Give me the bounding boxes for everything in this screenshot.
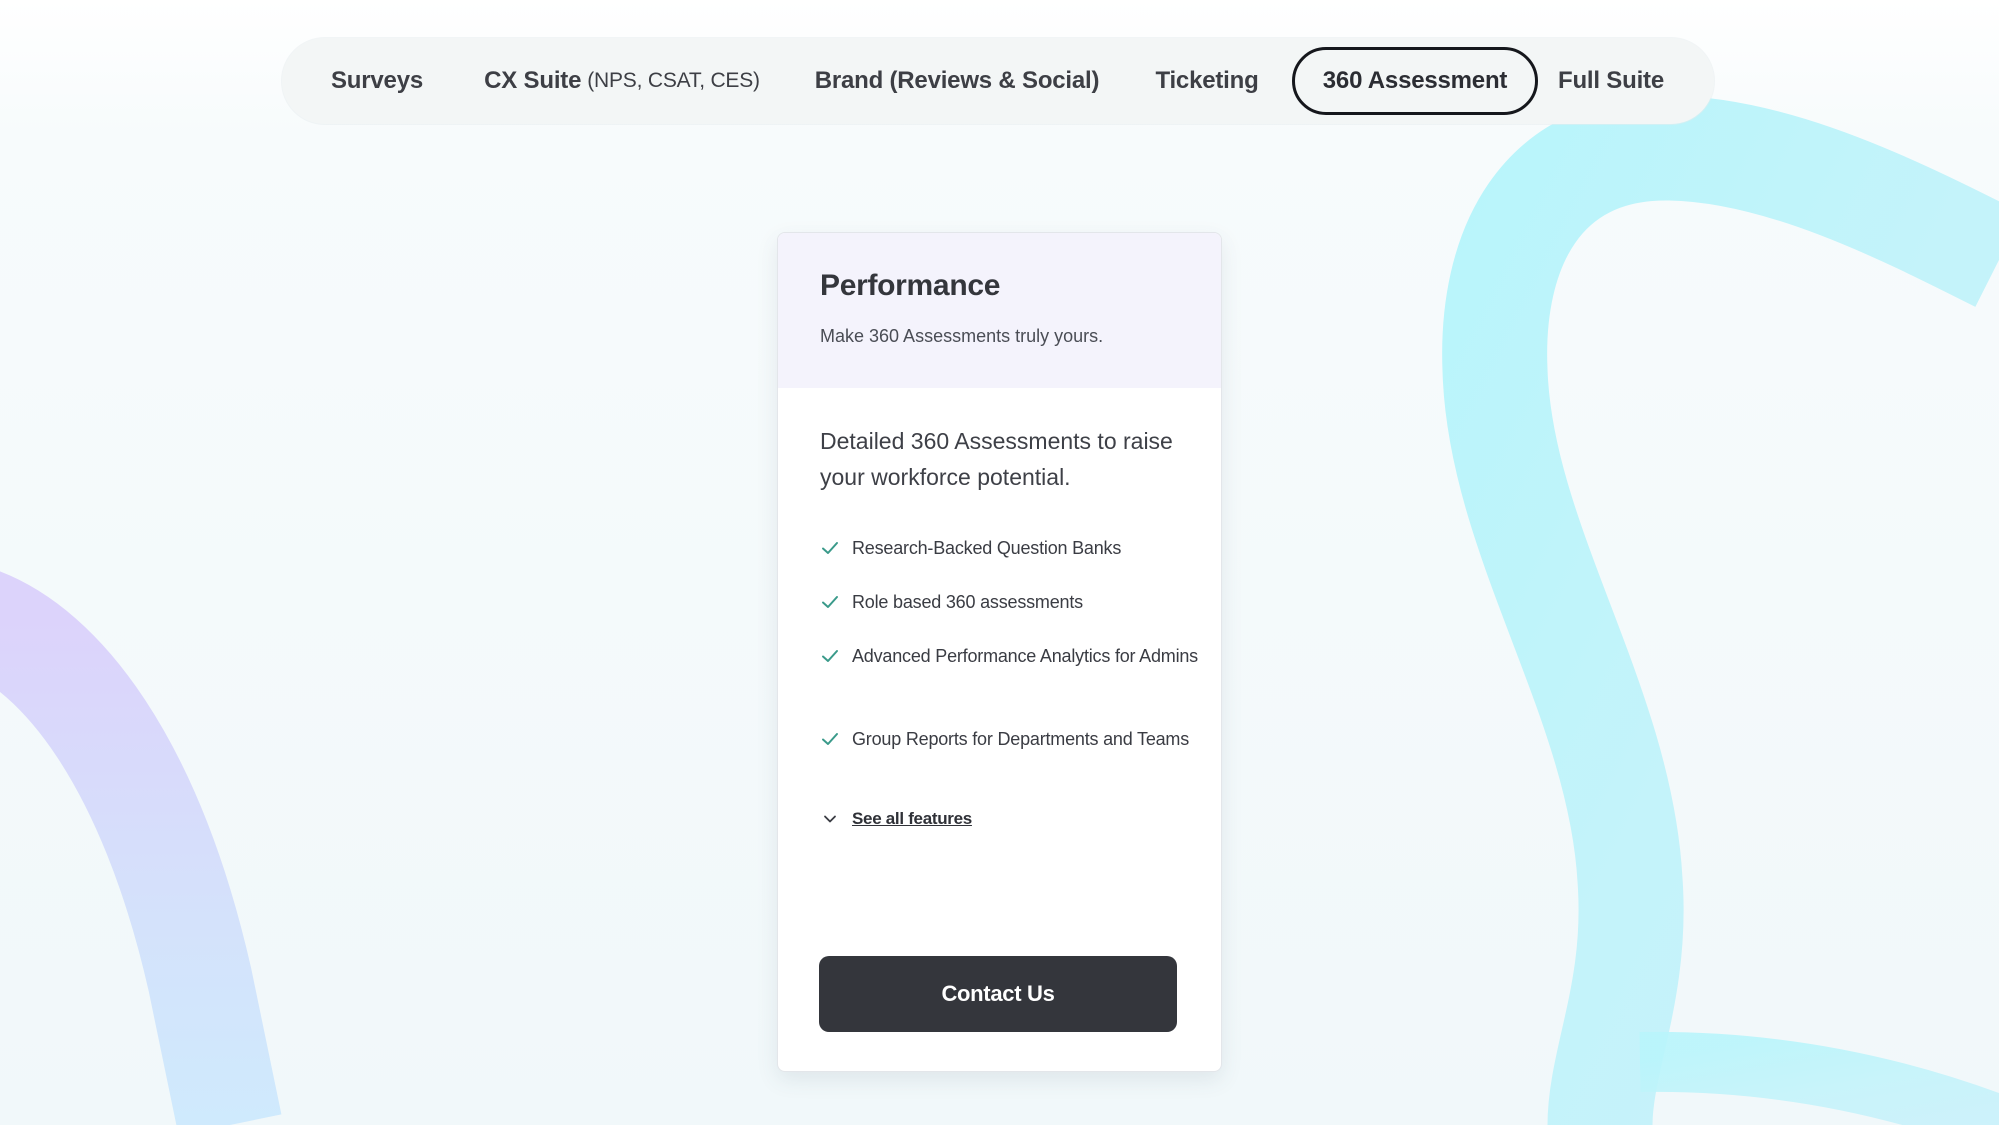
chevron-down-icon [824, 815, 836, 823]
plan-description: Detailed 360 Assessments to raise your w… [820, 428, 1173, 490]
plan-card: Performance Make 360 Assessments truly y… [777, 232, 1222, 1072]
tab-cx-suite[interactable]: CX Suite (NPS, CSAT, CES) [452, 38, 792, 124]
tab-cx-suite-note: (NPS, CSAT, CES) [587, 69, 760, 92]
check-icon [822, 650, 838, 662]
contact-us-button[interactable]: Contact Us [819, 956, 1177, 1032]
tab-full-suite[interactable]: Full Suite [1538, 38, 1684, 124]
tab-brand[interactable]: Brand (Reviews & Social) [792, 38, 1122, 124]
tab-cx-suite-label: CX Suite [484, 67, 582, 94]
product-tab-bar: Surveys CX Suite (NPS, CSAT, CES) Brand … [282, 38, 1714, 124]
see-all-features-link[interactable]: See all features [820, 809, 972, 829]
check-icon [822, 596, 838, 608]
tab-360-assessment-label: 360 Assessment [1322, 67, 1508, 94]
feature-item: Advanced Performance Analytics for Admin… [820, 641, 1200, 671]
feature-text: Role based 360 assessments [852, 592, 1083, 612]
tab-surveys[interactable]: Surveys [302, 38, 452, 124]
see-all-features-label: See all features [852, 809, 972, 828]
feature-item: Research-Backed Question Banks [820, 533, 1200, 563]
plan-card-header: Performance Make 360 Assessments truly y… [778, 233, 1221, 388]
tab-brand-label: Brand (Reviews & Social) [814, 67, 1100, 94]
feature-text: Research-Backed Question Banks [852, 538, 1122, 558]
check-icon [822, 733, 838, 745]
check-icon [822, 542, 838, 554]
tab-surveys-label: Surveys [331, 67, 423, 94]
feature-text: Group Reports for Departments and Teams [852, 729, 1190, 749]
feature-item: Role based 360 assessments [820, 587, 1200, 617]
tab-360-assessment[interactable]: 360 Assessment [1292, 47, 1538, 115]
tab-ticketing[interactable]: Ticketing [1122, 38, 1292, 124]
plan-tagline: Make 360 Assessments truly yours. [820, 326, 1104, 346]
tab-ticketing-label: Ticketing [1155, 67, 1259, 94]
feature-text: Advanced Performance Analytics for Admin… [852, 646, 1198, 666]
plan-name: Performance [820, 269, 1001, 302]
feature-item: Group Reports for Departments and Teams [820, 724, 1200, 754]
tab-full-suite-label: Full Suite [1557, 67, 1664, 94]
